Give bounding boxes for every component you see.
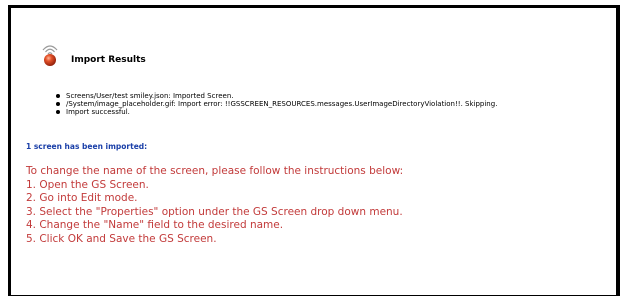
instruction-step: 5. Click OK and Save the GS Screen.	[26, 232, 217, 245]
import-results-list: Screens/User/test smiley.json: Imported …	[55, 92, 497, 116]
list-item: /System/image_placeholder.gif: Import er…	[55, 100, 497, 108]
import-results-header: Import Results	[38, 39, 146, 67]
instruction-step: 2. Go into Edit mode.	[26, 192, 138, 204]
list-item: Screens/User/test smiley.json: Imported …	[55, 92, 497, 100]
bullet-icon	[56, 110, 60, 114]
rename-instructions: To change the name of the screen, please…	[26, 165, 403, 246]
result-text: Screens/User/test smiley.json: Imported …	[66, 92, 234, 100]
instruction-step: 4. Change the "Name" field to the desire…	[26, 219, 284, 231]
imported-count-heading: 1 screen has been imported:	[26, 142, 148, 151]
page-title: Import Results	[71, 55, 146, 65]
instructions-intro: To change the name of the screen, please…	[26, 165, 404, 177]
result-text: Import successful.	[66, 108, 130, 116]
bullet-icon	[56, 102, 60, 106]
instruction-step: 3. Select the "Properties" option under …	[26, 205, 403, 218]
bullet-icon	[56, 94, 60, 98]
gs-screen-icon	[38, 39, 62, 67]
result-text: /System/image_placeholder.gif: Import er…	[66, 100, 498, 108]
list-item: Import successful.	[55, 108, 497, 116]
instruction-step: 1. Open the GS Screen.	[26, 178, 149, 191]
